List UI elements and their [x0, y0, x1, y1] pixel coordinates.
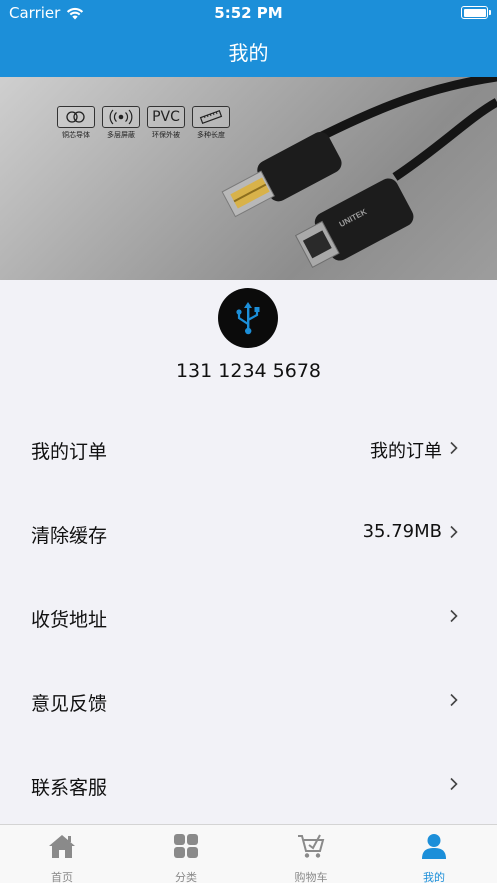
tab-label: 首页	[51, 871, 73, 883]
menu-item-support[interactable]: 联系客服	[0, 743, 497, 827]
nav-header: Carrier 5:52 PM 我的	[0, 0, 497, 77]
cache-size: 35.79MB	[362, 521, 442, 542]
chevron-right-icon	[450, 693, 458, 707]
profile-section: 131 1234 5678	[0, 280, 497, 400]
menu-item-orders[interactable]: 我的订单 我的订单	[0, 407, 497, 491]
menu-item-address[interactable]: 收货地址	[0, 575, 497, 659]
tab-cart[interactable]: 购物车	[271, 833, 351, 883]
chevron-right-icon	[450, 441, 458, 455]
tab-home[interactable]: 首页	[22, 833, 102, 883]
status-bar: Carrier 5:52 PM	[0, 0, 497, 26]
banner-image[interactable]: 铜芯导体 多层屏蔽 PVC 环保外被 多种长度 UNITEK	[0, 77, 497, 280]
status-time: 5:52 PM	[214, 4, 283, 22]
menu-item-clear-cache[interactable]: 清除缓存 35.79MB	[0, 491, 497, 575]
usb-icon	[236, 302, 260, 335]
chevron-right-icon	[450, 777, 458, 791]
cart-icon	[298, 834, 325, 858]
menu-item-label: 意见反馈	[31, 693, 108, 715]
tab-mine[interactable]: 我的	[394, 833, 474, 883]
avatar[interactable]	[218, 288, 278, 348]
battery-icon	[461, 6, 491, 19]
home-icon	[49, 835, 75, 858]
menu-item-label: 清除缓存	[31, 525, 108, 547]
user-phone: 131 1234 5678	[175, 360, 322, 382]
tab-bar: 首页 分类 购物车 我的	[0, 824, 497, 883]
page-title: 我的	[228, 41, 269, 65]
menu-item-feedback[interactable]: 意见反馈	[0, 659, 497, 743]
tab-label: 我的	[423, 871, 445, 883]
settings-menu: 我的订单 我的订单 清除缓存 35.79MB 收货地址 意见反馈 联系客服	[0, 407, 497, 827]
tab-category[interactable]: 分类	[146, 833, 226, 883]
chevron-right-icon	[450, 609, 458, 623]
tab-label: 购物车	[294, 871, 328, 883]
chevron-right-icon	[450, 525, 458, 539]
menu-item-value: 我的订单	[370, 441, 442, 462]
menu-item-label: 联系客服	[31, 777, 108, 799]
menu-item-label: 收货地址	[31, 609, 108, 631]
user-icon	[422, 834, 446, 859]
grid-icon	[174, 834, 198, 858]
usb-cable-image: UNITEK	[221, 77, 497, 268]
tab-label: 分类	[175, 871, 197, 883]
menu-item-label: 我的订单	[31, 441, 108, 463]
